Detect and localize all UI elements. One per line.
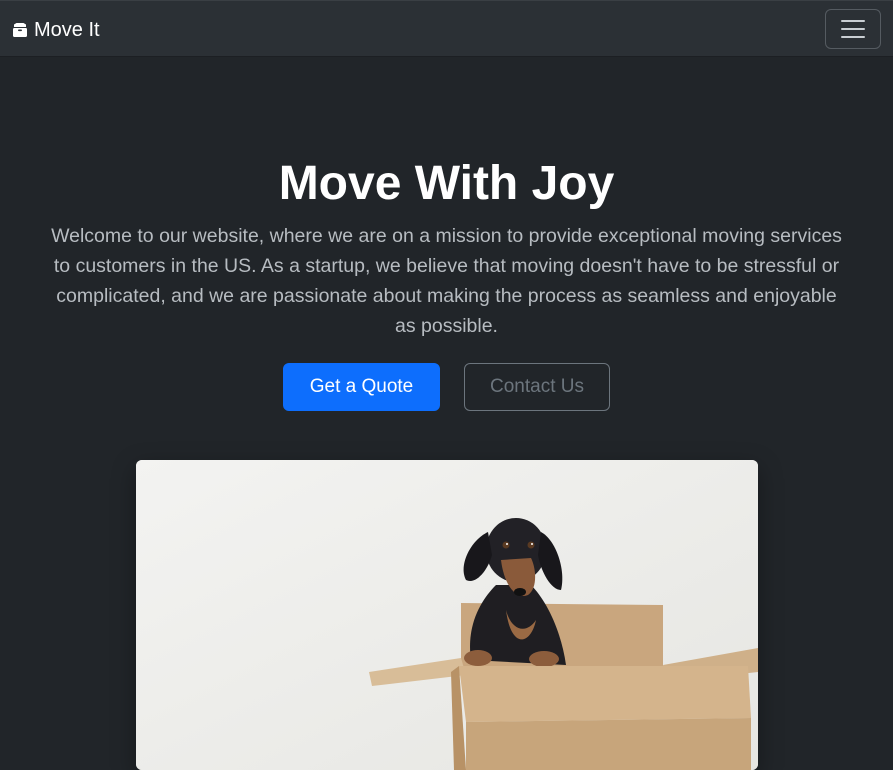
hero-image-dog-in-box	[136, 460, 758, 770]
brand-text: Move It	[34, 19, 100, 41]
box-icon	[13, 23, 27, 37]
hamburger-menu-icon	[841, 20, 865, 38]
brand-link[interactable]: Move It	[12, 17, 100, 43]
contact-us-button[interactable]: Contact Us	[464, 363, 610, 411]
dog-in-box-illustration	[136, 460, 758, 770]
hero-title: Move With Joy	[278, 157, 615, 210]
hero-lead-text: Welcome to our website, where we are on …	[51, 225, 842, 337]
navbar: Move It	[0, 0, 893, 57]
get-quote-button[interactable]: Get a Quote	[283, 363, 440, 411]
navbar-toggler-button[interactable]	[825, 9, 881, 49]
